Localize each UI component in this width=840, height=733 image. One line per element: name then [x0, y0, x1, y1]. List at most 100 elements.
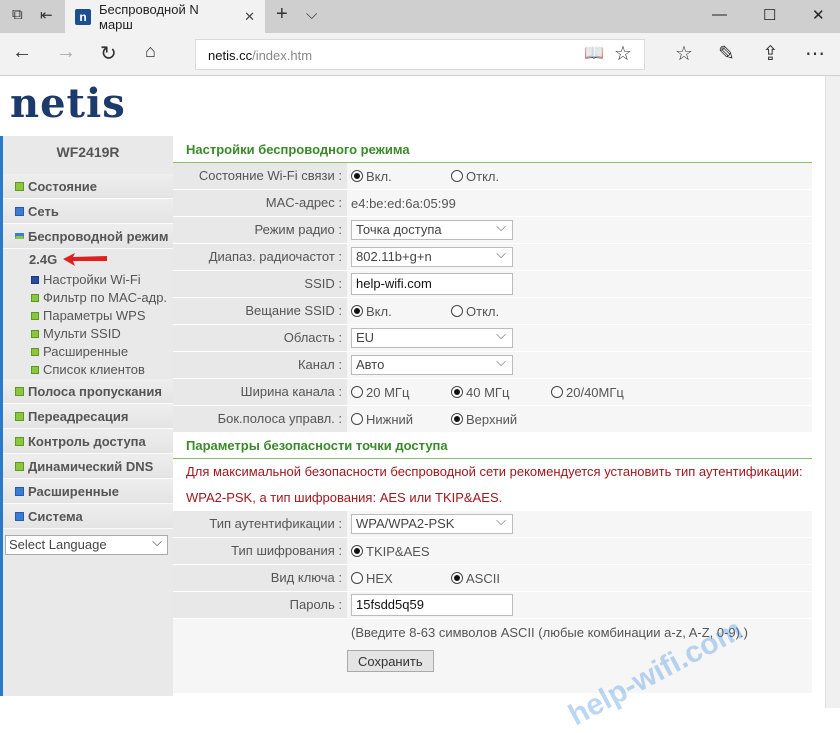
radio-ascii[interactable]: ASCII — [451, 571, 551, 586]
nav-toolbar: ← → ↻ ⌂ netis.cc/index.htm 📖 ☆ ☆ ✎ ⇪ ⋯ — [0, 33, 840, 76]
radio-label: TKIP&AES — [366, 543, 430, 559]
row-channel-width: Ширина канала : 20 МГц 40 МГц 20/40МГц — [173, 379, 812, 406]
sidebar-item-access-control[interactable]: Контроль доступа — [3, 429, 173, 454]
auth-select[interactable]: WPA/WPA2-PSK — [351, 513, 513, 534]
sidebar-label: Контроль доступа — [28, 433, 146, 449]
sidebar-subitem-wps[interactable]: Параметры WPS — [3, 307, 173, 325]
radio-broadcast-on[interactable]: Вкл. — [351, 304, 451, 319]
sidebar-item-ddns[interactable]: Динамический DNS — [3, 454, 173, 479]
radio-width-20[interactable]: 20 МГц — [351, 385, 451, 400]
favorite-star-icon[interactable]: ☆ — [614, 41, 632, 66]
sidebar-label: Система — [28, 508, 83, 524]
radio-width-2040[interactable]: 20/40МГц — [551, 385, 651, 400]
row-region: Область : EU — [173, 325, 812, 352]
radio-checked-icon — [351, 170, 363, 182]
radio-broadcast-off[interactable]: Откл. — [451, 304, 551, 319]
radio-checked-icon — [351, 305, 363, 317]
bullet-icon — [31, 312, 39, 320]
row-sideband: Бок.полоса управл. : Нижний Верхний — [173, 406, 812, 433]
tab-active[interactable]: n Беспроводной N марш ✕ — [65, 0, 265, 33]
region-select[interactable]: EU — [351, 327, 513, 348]
row-band: Диапаз. радиочастот :802.11b+g+n — [173, 244, 812, 271]
sidebar-label: Полоса пропускания — [28, 383, 162, 399]
new-tab-icon[interactable]: + — [276, 3, 288, 26]
row-radio-mode: Режим радио : Точка доступа — [173, 217, 812, 244]
url-path: /index.htm — [252, 48, 313, 63]
sidebar-label: Фильтр по MAC-адр. — [43, 290, 168, 305]
maximize-icon[interactable]: ☐ — [763, 6, 776, 24]
sidebar-item-system[interactable]: Система — [3, 504, 173, 529]
radio-unchecked-icon — [351, 572, 363, 584]
sidebar-item-bandwidth[interactable]: Полоса пропускания — [3, 379, 173, 404]
home-icon[interactable]: ⌂ — [145, 41, 156, 62]
radio-label: ASCII — [466, 570, 500, 586]
radio-label: Вкл. — [366, 303, 392, 319]
security-warning-1: Для максимальной безопасности беспроводн… — [173, 459, 812, 485]
more-icon[interactable]: ⋯ — [805, 41, 825, 66]
sidebar-item-forwarding[interactable]: Переадресация — [3, 404, 173, 429]
sidebar-subitem-wifi-settings[interactable]: Настройки Wi-Fi — [3, 271, 173, 289]
radio-tkip-aes[interactable]: TKIP&AES — [351, 544, 451, 559]
radio-lower[interactable]: Нижний — [351, 412, 451, 427]
sidebar-item-status[interactable]: Состояние — [3, 174, 173, 199]
radio-upper[interactable]: Верхний — [451, 412, 551, 427]
chevron-down-icon[interactable]: ⌵ — [306, 6, 317, 23]
favicon-icon: n — [75, 8, 91, 25]
label: Вид ключа : — [173, 565, 347, 591]
radio-label: 20/40МГц — [566, 384, 624, 400]
label: Тип шифрования : — [173, 538, 347, 564]
close-tab-icon[interactable]: ✕ — [244, 9, 255, 25]
row-auth: Тип аутентификации : WPA/WPA2-PSK — [173, 511, 812, 538]
bullet-icon — [31, 348, 39, 356]
sidebar-label: Динамический DNS — [28, 458, 154, 474]
radio-wifi-off[interactable]: Откл. — [451, 169, 551, 184]
sidebar-label: Мульти SSID — [43, 326, 121, 341]
notes-pen-icon[interactable]: ✎ — [718, 41, 735, 66]
set-aside-tabs-icon[interactable]: ⇤ — [40, 6, 53, 24]
ssid-input[interactable]: help-wifi.com — [351, 273, 513, 295]
label: SSID : — [173, 271, 347, 297]
language-select[interactable]: Select Language — [5, 534, 168, 555]
radio-width-40[interactable]: 40 МГц — [451, 385, 551, 400]
channel-select[interactable]: Авто — [351, 354, 513, 375]
label: Область : — [173, 325, 347, 351]
sidebar-subitem-multi-ssid[interactable]: Мульти SSID — [3, 325, 173, 343]
refresh-icon[interactable]: ↻ — [100, 41, 117, 66]
radio-unchecked-icon — [451, 305, 463, 317]
row-key-type: Вид ключа : HEX ASCII — [173, 565, 812, 592]
sidebar-item-network[interactable]: Сеть — [3, 199, 173, 224]
label: Диапаз. радиочастот : — [173, 244, 347, 270]
forward-icon[interactable]: → — [56, 41, 76, 64]
sidebar-subitem-advanced[interactable]: Расширенные — [3, 343, 173, 361]
favorites-hub-icon[interactable]: ☆ — [675, 41, 693, 66]
sidebar-item-wireless[interactable]: Беспроводной режим — [3, 224, 173, 249]
radio-unchecked-icon — [551, 386, 563, 398]
tab-bar: ⧉ ⇤ n Беспроводной N марш ✕ + ⌵ — ☐ ✕ — [0, 0, 840, 33]
radio-wifi-on[interactable]: Вкл. — [351, 169, 451, 184]
radio-checked-icon — [451, 386, 463, 398]
band-2-4g[interactable]: 2.4G — [3, 249, 173, 271]
password-input[interactable]: 15fsdd5q59 — [351, 594, 513, 616]
sidebar-label: Беспроводной режим — [28, 228, 169, 244]
close-window-icon[interactable]: ✕ — [812, 6, 825, 24]
sidebar-subitem-clients[interactable]: Список клиентов — [3, 361, 173, 379]
reading-view-icon[interactable]: 📖 — [584, 43, 604, 63]
band-select[interactable]: 802.11b+g+n — [351, 246, 513, 267]
page-content: netis WF2419R Состояние Сеть Беспроводно… — [0, 76, 825, 732]
sidebar-subitem-mac-filter[interactable]: Фильтр по MAC-адр. — [3, 289, 173, 307]
save-button[interactable]: Сохранить — [347, 650, 434, 672]
row-password: Пароль :15fsdd5q59 — [173, 592, 812, 619]
radio-label: Откл. — [466, 303, 500, 319]
sidebar-item-advanced[interactable]: Расширенные — [3, 479, 173, 504]
address-bar[interactable]: netis.cc/index.htm — [195, 39, 645, 70]
radio-hex[interactable]: HEX — [351, 571, 451, 586]
main-panel: Настройки беспроводного режима Состояние… — [173, 137, 812, 693]
back-icon[interactable]: ← — [12, 41, 32, 64]
minimize-icon[interactable]: — — [712, 6, 727, 23]
radio-label: 20 МГц — [366, 384, 410, 400]
radio-mode-select[interactable]: Точка доступа — [351, 219, 513, 240]
scrollbar[interactable] — [825, 76, 840, 708]
share-icon[interactable]: ⇪ — [762, 41, 779, 66]
tab-list-icon[interactable]: ⧉ — [12, 6, 23, 23]
label: MAC-адрес : — [173, 190, 347, 216]
